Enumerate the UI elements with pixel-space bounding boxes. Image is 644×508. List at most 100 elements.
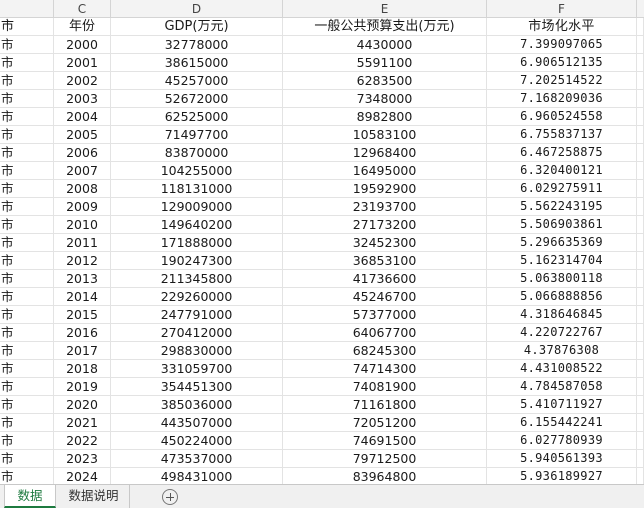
- cell-expenditure[interactable]: 12968400: [283, 144, 487, 161]
- cell-empty[interactable]: [637, 216, 644, 233]
- cell-city[interactable]: 市: [0, 288, 54, 305]
- column-header-d[interactable]: D: [111, 0, 283, 18]
- column-header-f[interactable]: F: [487, 0, 637, 18]
- cell-empty[interactable]: [637, 468, 644, 484]
- cell-empty[interactable]: [637, 288, 644, 305]
- cell-year[interactable]: 2003: [54, 90, 111, 107]
- header-cell-year[interactable]: 年份: [54, 18, 111, 35]
- cell-year[interactable]: 2016: [54, 324, 111, 341]
- cell-city[interactable]: 市: [0, 126, 54, 143]
- cell-marketization[interactable]: 5.063800118: [487, 270, 637, 287]
- plus-circle-icon[interactable]: [162, 489, 178, 505]
- cell-expenditure[interactable]: 10583100: [283, 126, 487, 143]
- cell-city[interactable]: 市: [0, 108, 54, 125]
- cell-gdp[interactable]: 450224000: [111, 432, 283, 449]
- cell-marketization[interactable]: 5.296635369: [487, 234, 637, 251]
- cell-gdp[interactable]: 71497700: [111, 126, 283, 143]
- cell-year[interactable]: 2009: [54, 198, 111, 215]
- cell-marketization[interactable]: 4.220722767: [487, 324, 637, 341]
- cell-city[interactable]: 市: [0, 414, 54, 431]
- cell-expenditure[interactable]: 41736600: [283, 270, 487, 287]
- cell-expenditure[interactable]: 8982800: [283, 108, 487, 125]
- cell-city[interactable]: 市: [0, 72, 54, 89]
- cell-expenditure[interactable]: 27173200: [283, 216, 487, 233]
- cell-year[interactable]: 2018: [54, 360, 111, 377]
- cell-marketization[interactable]: 6.155442241: [487, 414, 637, 431]
- column-header-e[interactable]: E: [283, 0, 487, 18]
- tab-data-description[interactable]: 数据说明: [58, 485, 130, 508]
- cell-marketization[interactable]: 4.431008522: [487, 360, 637, 377]
- cell-gdp[interactable]: 62525000: [111, 108, 283, 125]
- cell-empty[interactable]: [637, 414, 644, 431]
- cell-gdp[interactable]: 211345800: [111, 270, 283, 287]
- cell-gdp[interactable]: 45257000: [111, 72, 283, 89]
- cell-gdp[interactable]: 498431000: [111, 468, 283, 484]
- column-header-g[interactable]: [637, 0, 644, 18]
- cell-year[interactable]: 2000: [54, 36, 111, 53]
- cell-gdp[interactable]: 443507000: [111, 414, 283, 431]
- cell-expenditure[interactable]: 72051200: [283, 414, 487, 431]
- cell-expenditure[interactable]: 5591100: [283, 54, 487, 71]
- cell-marketization[interactable]: 5.162314704: [487, 252, 637, 269]
- cell-gdp[interactable]: 247791000: [111, 306, 283, 323]
- cell-expenditure[interactable]: 23193700: [283, 198, 487, 215]
- cell-expenditure[interactable]: 7348000: [283, 90, 487, 107]
- cell-gdp[interactable]: 129009000: [111, 198, 283, 215]
- cell-expenditure[interactable]: 74691500: [283, 432, 487, 449]
- cell-gdp[interactable]: 118131000: [111, 180, 283, 197]
- cell-expenditure[interactable]: 71161800: [283, 396, 487, 413]
- cell-marketization[interactable]: 4.37876308: [487, 342, 637, 359]
- cell-marketization[interactable]: 4.318646845: [487, 306, 637, 323]
- cell-year[interactable]: 2017: [54, 342, 111, 359]
- cell-year[interactable]: 2023: [54, 450, 111, 467]
- cell-year[interactable]: 2011: [54, 234, 111, 251]
- cell-city[interactable]: 市: [0, 252, 54, 269]
- cell-city[interactable]: 市: [0, 90, 54, 107]
- cell-marketization[interactable]: 5.562243195: [487, 198, 637, 215]
- cell-empty[interactable]: [637, 162, 644, 179]
- cell-marketization[interactable]: 6.755837137: [487, 126, 637, 143]
- cell-empty[interactable]: [637, 108, 644, 125]
- cell-city[interactable]: 市: [0, 432, 54, 449]
- cell-year[interactable]: 2024: [54, 468, 111, 484]
- cell-expenditure[interactable]: 6283500: [283, 72, 487, 89]
- cell-gdp[interactable]: 83870000: [111, 144, 283, 161]
- cell-gdp[interactable]: 473537000: [111, 450, 283, 467]
- cell-expenditure[interactable]: 32452300: [283, 234, 487, 251]
- cell-empty[interactable]: [637, 360, 644, 377]
- cell-gdp[interactable]: 270412000: [111, 324, 283, 341]
- cell-marketization[interactable]: 6.029275911: [487, 180, 637, 197]
- cell-gdp[interactable]: 32778000: [111, 36, 283, 53]
- cell-city[interactable]: 市: [0, 450, 54, 467]
- cell-marketization[interactable]: 5.940561393: [487, 450, 637, 467]
- cell-expenditure[interactable]: 36853100: [283, 252, 487, 269]
- cell-marketization[interactable]: 7.168209036: [487, 90, 637, 107]
- cell-expenditure[interactable]: 68245300: [283, 342, 487, 359]
- column-header-c[interactable]: C: [54, 0, 111, 18]
- cell-city[interactable]: 市: [0, 324, 54, 341]
- cell-marketization[interactable]: 6.906512135: [487, 54, 637, 71]
- cell-empty[interactable]: [637, 144, 644, 161]
- cell-city[interactable]: 市: [0, 162, 54, 179]
- cell-city[interactable]: 市: [0, 198, 54, 215]
- cell-expenditure[interactable]: 57377000: [283, 306, 487, 323]
- cell-empty[interactable]: [637, 198, 644, 215]
- cell-empty[interactable]: [637, 450, 644, 467]
- cell-city[interactable]: 市: [0, 270, 54, 287]
- cell-city[interactable]: 市: [0, 378, 54, 395]
- cell-city[interactable]: 市: [0, 144, 54, 161]
- cell-gdp[interactable]: 354451300: [111, 378, 283, 395]
- column-header-b[interactable]: [0, 0, 54, 18]
- cell-city[interactable]: 市: [0, 360, 54, 377]
- cell-gdp[interactable]: 38615000: [111, 54, 283, 71]
- cell-marketization[interactable]: 5.066888856: [487, 288, 637, 305]
- cell-gdp[interactable]: 52672000: [111, 90, 283, 107]
- cell-marketization[interactable]: 7.202514522: [487, 72, 637, 89]
- cell-gdp[interactable]: 229260000: [111, 288, 283, 305]
- cell-expenditure[interactable]: 79712500: [283, 450, 487, 467]
- cell-empty[interactable]: [637, 54, 644, 71]
- header-cell-marketization[interactable]: 市场化水平: [487, 18, 637, 35]
- cell-city[interactable]: 市: [0, 36, 54, 53]
- cell-empty[interactable]: [637, 432, 644, 449]
- cell-year[interactable]: 2015: [54, 306, 111, 323]
